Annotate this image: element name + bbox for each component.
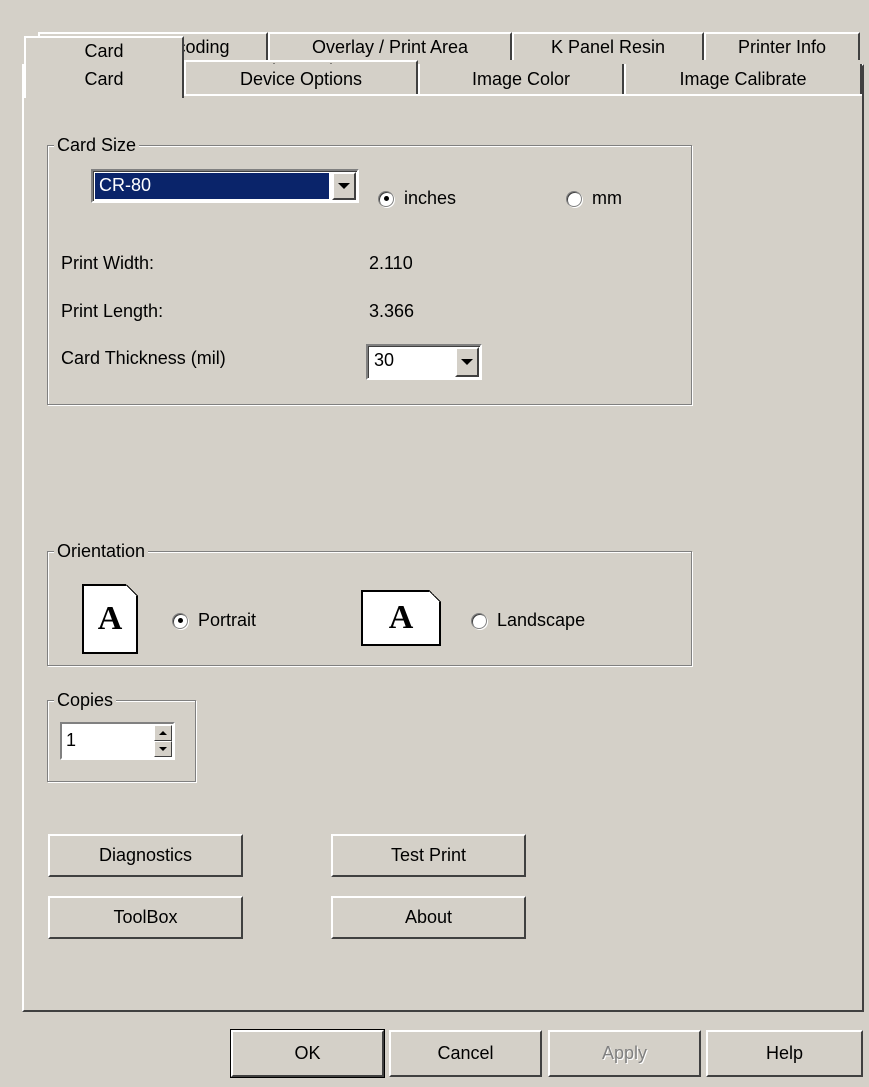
apply-label: Apply [601,1043,648,1063]
tab-label: Card [84,40,124,61]
radio-selected-icon [172,612,188,629]
help-button[interactable]: Help [706,1030,863,1077]
chevron-down-icon[interactable] [455,347,479,377]
copies-group-title: Copies [54,689,117,711]
tab-k-panel-resin[interactable]: K Panel Resin [512,32,704,60]
apply-button[interactable]: Apply [548,1030,701,1077]
units-inches-label: inches [404,188,457,208]
print-length-value: 3.366 [369,301,415,321]
about-label: About [404,907,453,927]
tab-device-options-front[interactable]: Device Options [184,64,418,94]
card-thickness-select[interactable]: 30 [366,344,482,380]
tab-label: Image Calibrate [679,68,807,89]
units-mm-radio[interactable]: mm [566,188,622,209]
card-size-group-title: Card Size [54,134,140,156]
copies-value: 1 [66,730,77,750]
orientation-group-title: Orientation [54,540,149,562]
spin-up-icon[interactable] [154,725,172,741]
card-size-value: CR-80 [95,173,329,199]
portrait-icon-letter: A [97,600,123,637]
tab-label: Device Options [239,68,363,89]
print-width-value: 2.110 [369,253,413,273]
tab-image-color[interactable]: Image Color [418,64,624,94]
tab-card-front[interactable]: Card [24,64,184,98]
portrait-page-icon: A [82,584,138,654]
test-print-button[interactable]: Test Print [331,834,526,877]
tab-image-calibrate[interactable]: Image Calibrate [624,64,862,94]
card-thickness-label: Card Thickness (mil) [61,348,226,368]
radio-unselected-icon [471,612,487,629]
landscape-label: Landscape [497,610,586,630]
tab-label: Overlay / Print Area [311,36,469,57]
print-width-label: Print Width: [61,253,155,273]
landscape-radio[interactable]: Landscape [471,610,585,631]
card-size-select[interactable]: CR-80 [91,169,359,203]
tab-label: Image Color [471,68,571,89]
tab-row-divider [184,94,862,96]
units-inches-radio[interactable]: inches [378,188,456,209]
page-fold [429,590,441,602]
about-button[interactable]: About [331,896,526,939]
tab-label: K Panel Resin [550,36,666,57]
diagnostics-button[interactable]: Diagnostics [48,834,243,877]
tab-label: Printer Info [737,36,827,57]
portrait-label: Portrait [198,610,257,630]
tab-label: Card [84,68,124,89]
units-mm-label: mm [592,188,622,208]
help-label: Help [765,1043,804,1063]
test-print-label: Test Print [390,845,467,865]
diagnostics-label: Diagnostics [98,845,193,865]
tab-overlay-print-area[interactable]: Overlay / Print Area [268,32,512,60]
spin-down-icon[interactable] [154,741,172,757]
radio-selected-icon [378,190,394,207]
tab-printer-info[interactable]: Printer Info [704,32,860,60]
cancel-label: Cancel [437,1043,494,1063]
print-length-label: Print Length: [61,301,164,321]
portrait-radio[interactable]: Portrait [172,610,256,631]
radio-unselected-icon [566,190,582,207]
landscape-page-icon: A [361,590,441,646]
copies-spinner[interactable]: 1 [60,722,175,760]
landscape-icon-letter: A [388,599,414,636]
ok-button[interactable]: OK [230,1029,385,1078]
card-thickness-value: 30 [374,350,395,370]
chevron-down-icon[interactable] [332,172,356,200]
toolbox-button[interactable]: ToolBox [48,896,243,939]
toolbox-label: ToolBox [113,907,178,927]
cancel-button[interactable]: Cancel [389,1030,542,1077]
page-fold [126,584,138,596]
ok-label: OK [294,1043,321,1063]
